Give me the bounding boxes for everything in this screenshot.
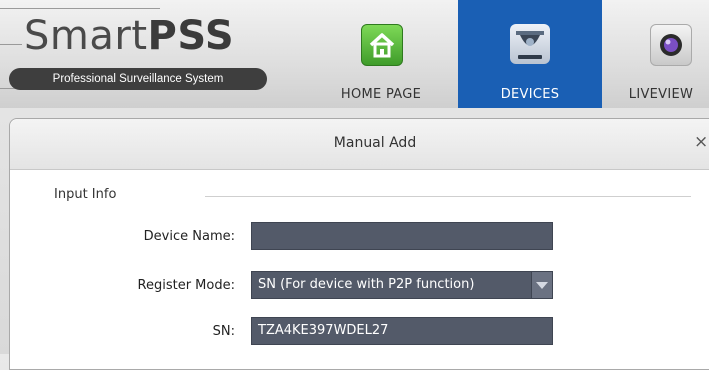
nav-label-devices: DEVICES — [500, 87, 560, 102]
nav-item-devices[interactable]: DEVICES — [458, 0, 602, 108]
dialog-header: Manual Add × — [10, 119, 709, 170]
device-name-input[interactable] — [251, 222, 553, 250]
register-mode-value: SN (For device with P2P function) — [258, 277, 475, 292]
nav-item-home-page[interactable]: HOME PAGE — [308, 0, 454, 108]
chevron-down-icon[interactable] — [531, 272, 552, 298]
manual-add-dialog: Manual Add × Input Info Device Name: Reg… — [9, 118, 709, 370]
register-mode-label: Register Mode: — [137, 278, 235, 293]
section-title-input-info: Input Info — [54, 187, 117, 202]
decorative-line — [0, 8, 160, 9]
top-navigation-bar: SmartPSS Professional Surveillance Syste… — [0, 0, 709, 108]
home-icon — [361, 24, 403, 66]
register-mode-select[interactable]: SN (For device with P2P function) — [251, 271, 553, 299]
dialog-title: Manual Add — [333, 135, 417, 151]
sn-input[interactable]: TZA4KE397WDEL27 — [251, 317, 553, 345]
close-icon[interactable]: × — [694, 132, 708, 152]
app-logo-subtitle: Professional Surveillance System — [9, 68, 267, 90]
device-name-label: Device Name: — [143, 229, 235, 244]
decorative-line — [0, 44, 22, 45]
nav-label-home-page: HOME PAGE — [340, 87, 422, 102]
devices-camera-icon — [510, 24, 550, 64]
sn-label: SN: — [212, 324, 235, 339]
nav-label-liveview: LIVEVIEW — [628, 87, 694, 102]
nav-item-liveview[interactable]: LIVEVIEW — [606, 0, 709, 108]
app-logo-title: SmartPSS — [24, 13, 235, 59]
liveview-lens-icon — [650, 24, 692, 66]
section-divider — [205, 196, 691, 197]
